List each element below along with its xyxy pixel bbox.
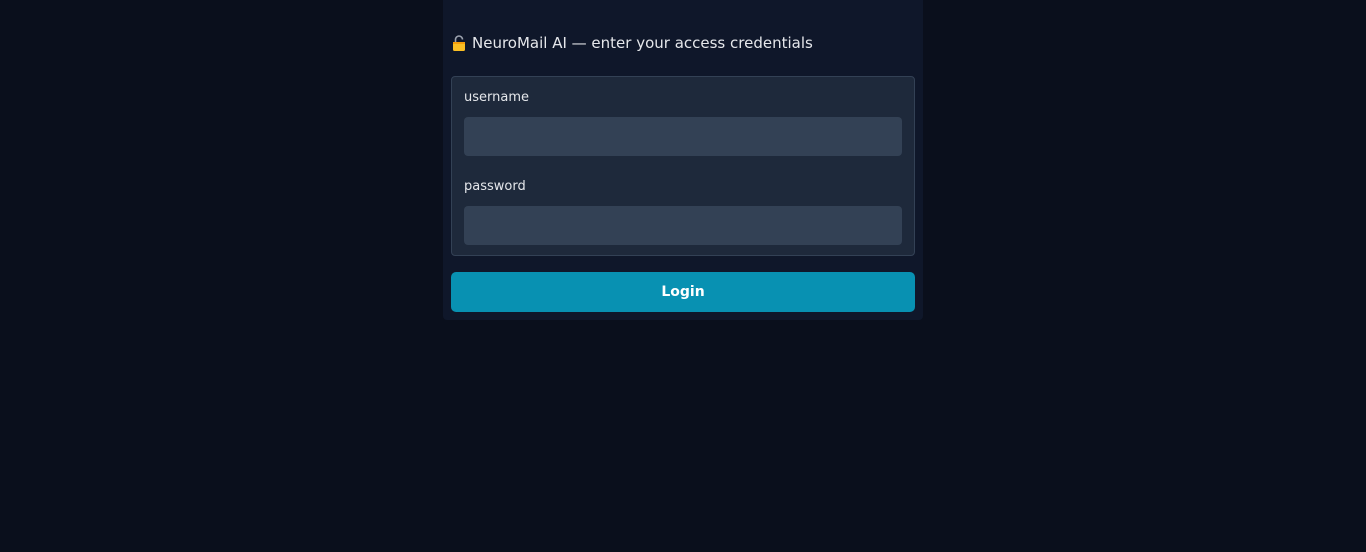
heading-text: NeuroMail AI — enter your access credent… xyxy=(472,34,813,52)
login-heading: NeuroMail AI — enter your access credent… xyxy=(452,32,813,54)
password-label: password xyxy=(464,179,526,194)
username-label: username xyxy=(464,90,529,105)
credentials-form: username password xyxy=(451,76,915,256)
password-input[interactable] xyxy=(464,206,902,245)
login-panel: NeuroMail AI — enter your access credent… xyxy=(443,0,923,320)
username-input[interactable] xyxy=(464,117,902,156)
lock-icon xyxy=(452,34,466,52)
login-button[interactable]: Login xyxy=(451,272,915,312)
